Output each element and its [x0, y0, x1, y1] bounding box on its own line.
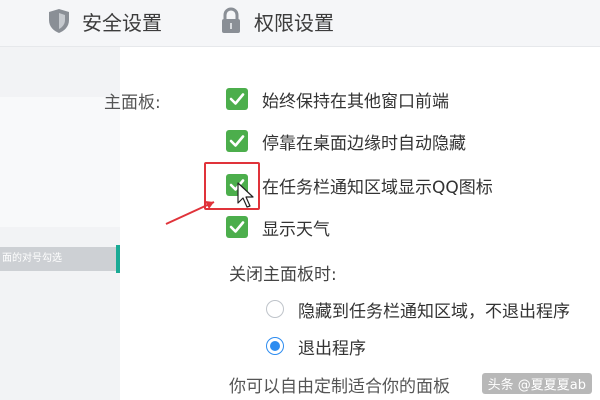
option-always-on-top[interactable]: 始终保持在其他窗口前端	[226, 86, 449, 112]
check-icon	[229, 221, 245, 233]
check-icon	[229, 93, 245, 105]
tooltip: 面的对号勾选	[0, 247, 116, 271]
sidebar-item-highlight	[0, 97, 120, 227]
checkbox-auto-hide[interactable]	[226, 130, 248, 152]
option-label: 始终保持在其他窗口前端	[262, 91, 449, 112]
radio-button[interactable]	[266, 300, 284, 318]
lock-icon	[218, 7, 244, 35]
check-icon	[229, 135, 245, 147]
option-show-tray-icon[interactable]: 在任务栏通知区域显示QQ图标	[226, 172, 493, 198]
checkbox-show-weather[interactable]	[226, 216, 248, 238]
radio-exit-program[interactable]: 退出程序	[266, 333, 366, 359]
radio-label: 退出程序	[298, 338, 366, 359]
tab-permission-settings[interactable]: 权限设置	[218, 4, 334, 38]
close-behavior-label: 关闭主面板时:	[229, 265, 337, 285]
sidebar: 面的对号勾选	[0, 47, 120, 400]
radio-label: 隐藏到任务栏通知区域，不退出程序	[298, 301, 570, 322]
settings-window: 安全设置 权限设置 面的对号勾选 主面板: 始终保持在其他窗口前端 停靠在桌面边…	[0, 0, 600, 400]
radio-hide-to-tray[interactable]: 隐藏到任务栏通知区域，不退出程序	[266, 296, 570, 322]
tab-permission-label: 权限设置	[254, 10, 334, 35]
settings-tab-bar: 安全设置 权限设置	[0, 0, 600, 47]
option-label: 停靠在桌面边缘时自动隐藏	[262, 133, 466, 154]
option-label: 显示天气	[262, 219, 330, 240]
shield-icon	[46, 7, 72, 35]
tab-security-label: 安全设置	[82, 10, 162, 35]
annotation-highlight-box	[204, 162, 260, 210]
option-show-weather[interactable]: 显示天气	[226, 214, 330, 240]
tab-security-settings[interactable]: 安全设置	[46, 4, 162, 38]
option-auto-hide[interactable]: 停靠在桌面边缘时自动隐藏	[226, 128, 466, 154]
radio-button-selected[interactable]	[266, 337, 284, 355]
watermark: 头条 @夏夏夏ab	[481, 373, 592, 394]
sidebar-accent-bar	[116, 245, 120, 273]
checkbox-always-on-top[interactable]	[226, 88, 248, 110]
option-label: 在任务栏通知区域显示QQ图标	[262, 177, 493, 198]
main-panel-label: 主面板:	[104, 93, 161, 113]
customize-hint: 你可以自由定制适合你的面板	[229, 377, 450, 397]
